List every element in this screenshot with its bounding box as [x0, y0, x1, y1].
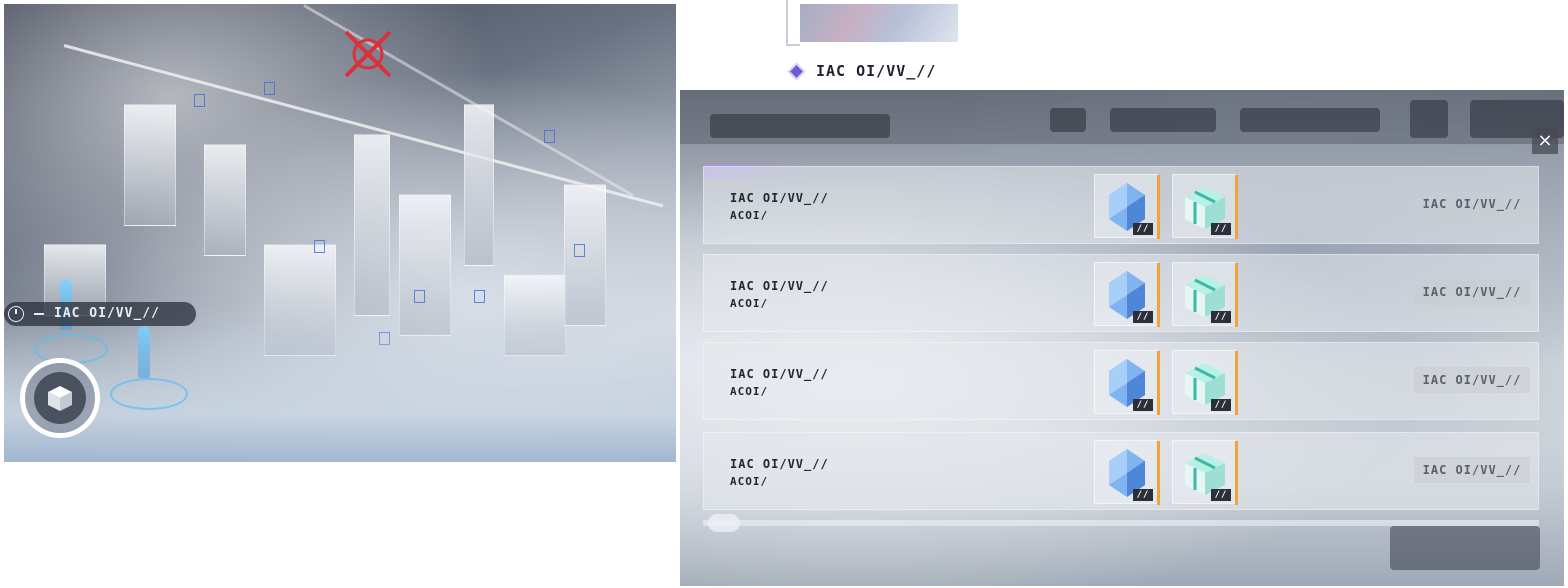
mission-subtitle: ACOI/: [730, 475, 769, 488]
hologram-ring: [110, 378, 188, 410]
close-button[interactable]: ×: [1532, 128, 1558, 154]
close-icon: ×: [1537, 130, 1553, 151]
mission-subtitle: ACOI/: [730, 297, 769, 310]
blurred-pill: [710, 114, 890, 138]
marker-square: [194, 94, 205, 107]
reward-slot[interactable]: //: [1094, 262, 1160, 327]
reward-accent: [1157, 263, 1160, 327]
list-scroll-handle[interactable]: [708, 514, 740, 532]
blurred-pill: [1050, 108, 1086, 132]
reward-accent: [1235, 441, 1238, 505]
building: [204, 144, 246, 256]
mission-row[interactable]: IAC OI/VV_// ACOI/ // // IAC OI/VV_//: [703, 342, 1539, 420]
mission-row[interactable]: IAC OI/VV_// ACOI/ // // IAC OI/VV_//: [703, 254, 1539, 332]
mission-row[interactable]: IAC OI/VV_// ACOI/ // // IAC OI/VV_//: [703, 166, 1539, 244]
divider-dash: [34, 313, 44, 315]
target-marker-icon[interactable]: [340, 26, 396, 82]
reward-slot[interactable]: //: [1094, 440, 1160, 505]
cube-button[interactable]: [20, 358, 100, 438]
reward-slot[interactable]: //: [1172, 262, 1238, 327]
mission-row[interactable]: IAC OI/VV_// ACOI/ // // IAC OI/VV_//: [703, 432, 1539, 510]
location-label-bar: IAC OI/VV_//: [4, 302, 196, 326]
mission-title: IAC OI/VV_//: [730, 279, 829, 293]
reward-slot[interactable]: //: [1172, 350, 1238, 415]
reward-slot[interactable]: //: [1172, 440, 1238, 505]
cube-icon: [48, 386, 72, 411]
mission-panel: × IAC OI/VV_// ACOI/ // // IAC OI/VV_// …: [680, 90, 1564, 586]
diamond-icon: [790, 65, 803, 78]
blurred-pill: [1240, 108, 1380, 132]
reward-count: //: [1211, 311, 1231, 323]
inset-preview: IAC OI/VV_//: [784, 0, 958, 86]
reward-accent: [1235, 175, 1238, 239]
city-map-view[interactable]: IAC OI/VV_//: [4, 4, 676, 462]
fog-overlay: [4, 302, 676, 462]
inset-label: IAC OI/VV_//: [816, 62, 937, 80]
location-label: IAC OI/VV_//: [54, 306, 160, 321]
mission-action-button[interactable]: IAC OI/VV_//: [1414, 457, 1530, 483]
cube-button-inner: [34, 372, 86, 424]
clock-icon: [8, 306, 24, 322]
reward-count: //: [1133, 399, 1153, 411]
reward-count: //: [1133, 489, 1153, 501]
mission-subtitle: ACOI/: [730, 385, 769, 398]
reward-count: //: [1211, 489, 1231, 501]
reward-accent: [1157, 351, 1160, 415]
mission-action-button[interactable]: IAC OI/VV_//: [1414, 191, 1530, 217]
reward-count: //: [1211, 399, 1231, 411]
marker-square: [574, 244, 585, 257]
mission-action-button[interactable]: IAC OI/VV_//: [1414, 279, 1530, 305]
inset-frame: [786, 44, 800, 46]
hologram-figure: [138, 326, 150, 378]
blurred-confirm-button[interactable]: [1390, 526, 1540, 570]
reward-slot[interactable]: //: [1094, 350, 1160, 415]
blurred-top-bar: [680, 90, 1564, 144]
marker-square: [544, 130, 555, 143]
reward-count: //: [1133, 311, 1153, 323]
reward-accent: [1235, 351, 1238, 415]
building: [124, 104, 176, 226]
mission-action-button[interactable]: IAC OI/VV_//: [1414, 367, 1530, 393]
mission-title: IAC OI/VV_//: [730, 191, 829, 205]
inset-image: [800, 4, 958, 42]
reward-slot[interactable]: //: [1172, 174, 1238, 239]
mission-title: IAC OI/VV_//: [730, 367, 829, 381]
reward-count: //: [1133, 223, 1153, 235]
reward-accent: [1157, 441, 1160, 505]
blurred-pill: [1110, 108, 1216, 132]
building: [354, 134, 390, 316]
inset-frame: [786, 0, 788, 46]
reward-count: //: [1211, 223, 1231, 235]
reward-accent: [1235, 263, 1238, 327]
reward-slot[interactable]: //: [1094, 174, 1160, 239]
blurred-pill: [1410, 100, 1448, 138]
marker-square: [314, 240, 325, 253]
marker-square: [264, 82, 275, 95]
building: [464, 104, 494, 266]
mission-subtitle: ACOI/: [730, 209, 769, 222]
reward-accent: [1157, 175, 1160, 239]
mission-title: IAC OI/VV_//: [730, 457, 829, 471]
